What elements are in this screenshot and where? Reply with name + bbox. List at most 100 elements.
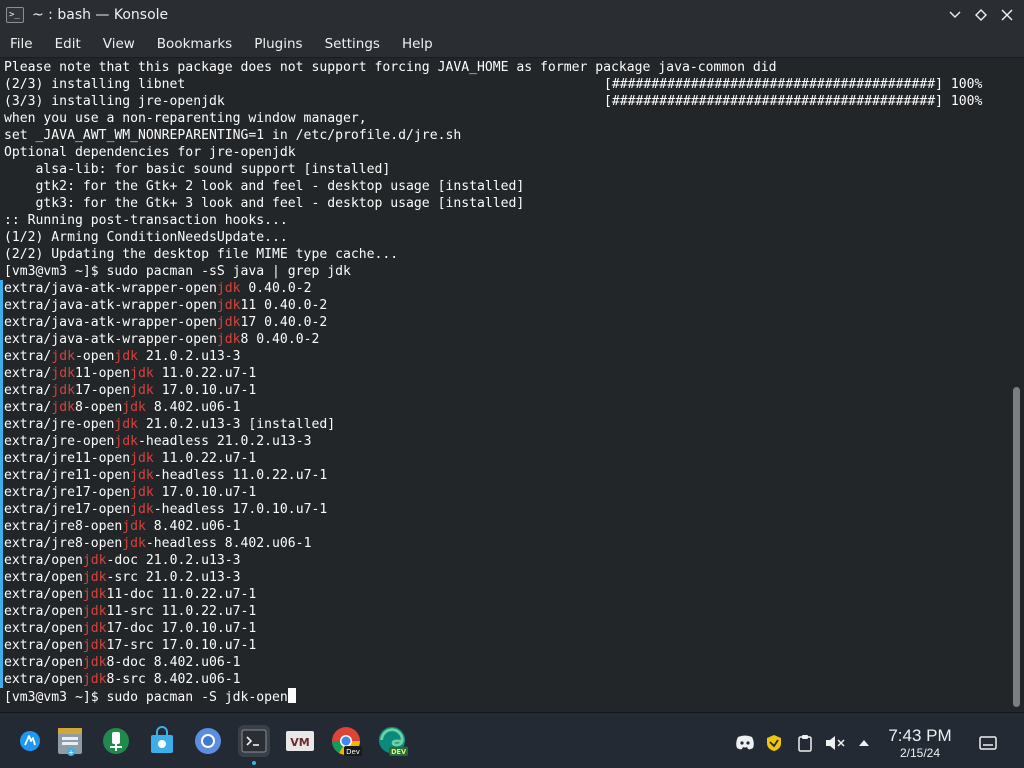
volume-tray[interactable] (824, 733, 846, 753)
edge-dev-badge: DEV (391, 748, 407, 756)
show-desktop-icon (979, 736, 997, 750)
menu-file[interactable]: File (2, 32, 41, 56)
terminal-line: extra/jdk11-openjdk 11.0.22.u7-1 (4, 365, 256, 382)
terminal-line: extra/jre-openjdk 21.0.2.u13-3 [installe… (4, 416, 335, 433)
expand-tray-button[interactable] (856, 733, 872, 753)
menu-bookmarks[interactable]: Bookmarks (149, 32, 240, 56)
terminal-text: 8-doc 8.402.u06-1 (106, 655, 241, 670)
terminal-text: 8-src 8.402.u06-1 (106, 672, 241, 687)
kdeconnect-icon (103, 728, 129, 754)
search-match-text: jdk (82, 570, 107, 585)
terminal-line: extra/openjdk-doc 21.0.2.u13-3 (4, 552, 241, 569)
vmware-icon-label: VM (290, 736, 309, 749)
search-match-text: jdk (216, 281, 241, 296)
show-desktop-button[interactable] (978, 733, 998, 753)
terminal-line: extra/jre11-openjdk 11.0.22.u7-1 (4, 450, 256, 467)
search-match-text: jdk (130, 485, 154, 500)
search-match-text: jdk (51, 349, 75, 364)
search-match-text: jdk (130, 383, 154, 398)
terminal-text: 21.0.2.u13-3 [installed] (138, 417, 336, 432)
progress-percent: 100% (950, 77, 983, 92)
progress-percent: 100% (950, 94, 983, 109)
menu-help[interactable]: Help (394, 32, 441, 56)
terminal-text: 17-doc 17.0.10.u7-1 (106, 621, 257, 636)
search-match-text: jdk (114, 349, 139, 364)
terminal-text: 17-src 17.0.10.u7-1 (106, 638, 257, 653)
terminal-text: extra/jre-open (4, 417, 115, 432)
edge-dev-launcher[interactable]: DEV (376, 725, 408, 757)
terminal-line: Optional dependencies for jre-openjdk (4, 144, 296, 161)
terminal-line: [vm3@vm3 ~]$ sudo pacman -S jdk-open (4, 688, 296, 705)
terminal-text: extra/open (4, 621, 83, 636)
terminal-line: extra/jre17-openjdk-headless 17.0.10.u7-… (4, 501, 327, 518)
chevron-down-icon (949, 11, 961, 18)
volume-muted-icon (826, 736, 845, 750)
minimize-button[interactable] (946, 6, 964, 24)
menu-edit[interactable]: Edit (47, 32, 89, 56)
terminal-scrollbar[interactable] (1010, 59, 1024, 710)
terminal-text: -doc 21.0.2.u13-3 (106, 553, 241, 568)
progress-bar: [#######################################… (604, 77, 943, 92)
scrollbar-thumb[interactable] (1013, 387, 1020, 707)
close-icon (1001, 9, 1013, 21)
search-match-text: jdk (51, 400, 75, 415)
terminal-line: extra/jdk8-openjdk 8.402.u06-1 (4, 399, 241, 416)
maximize-button[interactable] (972, 6, 990, 24)
vmware-launcher[interactable]: VM (284, 725, 316, 757)
clock-date: 2/15/24 (899, 746, 941, 760)
terminal-line: extra/openjdk11-src 11.0.22.u7-1 (4, 603, 256, 620)
diamond-icon (975, 9, 987, 21)
discord-tray[interactable] (734, 733, 756, 753)
shield-tray[interactable] (764, 733, 784, 753)
terminal-line: extra/jre-openjdk-headless 21.0.2.u13-3 (4, 433, 311, 450)
close-button[interactable] (998, 6, 1016, 24)
terminal-text: -headless 17.0.10.u7-1 (153, 502, 328, 517)
terminal-text: 11-src 11.0.22.u7-1 (106, 604, 257, 619)
menu-view[interactable]: View (95, 32, 143, 56)
terminal-text: extra/open (4, 638, 83, 653)
terminal-line: extra/openjdk17-doc 17.0.10.u7-1 (4, 620, 256, 637)
shopping-bag-icon (151, 726, 173, 753)
terminal-line: extra/openjdk8-doc 8.402.u06-1 (4, 654, 241, 671)
menu-settings[interactable]: Settings (317, 32, 388, 56)
terminal-line: extra/java-atk-wrapper-openjdk 0.40.0-2 (4, 280, 311, 297)
terminal-text: (2/2) Updating the desktop file MIME typ… (4, 247, 399, 262)
terminal-line: :: Running post-transaction hooks... (4, 212, 288, 229)
terminal-output[interactable]: Please note that this package does not s… (0, 59, 1010, 710)
terminal-text: -headless 21.0.2.u13-3 (138, 434, 312, 449)
chromium-icon (195, 728, 221, 754)
konsole-launcher[interactable] (238, 725, 270, 757)
terminal-line: extra/openjdk-src 21.0.2.u13-3 (4, 569, 241, 586)
terminal-line: [vm3@vm3 ~]$ sudo pacman -sS java | grep… (4, 263, 351, 280)
clipboard-tray[interactable] (796, 733, 814, 753)
terminal-text: set _JAVA_AWT_WM_NONREPARENTING=1 in /et… (4, 128, 462, 143)
clock[interactable]: 7:43 PM 2/15/24 (882, 726, 958, 760)
shield-icon (767, 735, 781, 751)
application-launcher-button[interactable] (14, 725, 46, 757)
chrome-dev-launcher[interactable]: Dev (330, 725, 362, 757)
terminal-text: -headless 8.402.u06-1 (145, 536, 312, 551)
terminal-line: (1/2) Arming ConditionNeedsUpdate... (4, 229, 288, 246)
search-match-text: jdk (82, 638, 107, 653)
kdeconnect-launcher[interactable] (100, 725, 132, 757)
chromium-launcher[interactable] (192, 725, 224, 757)
discord-icon (736, 735, 754, 750)
terminal-text: extra/open (4, 570, 83, 585)
search-match-text: jdk (130, 468, 154, 483)
terminal-text: gtk2: for the Gtk+ 2 look and feel - des… (4, 179, 525, 194)
terminal-text: extra/java-atk-wrapper-open (4, 298, 217, 313)
terminal-text: 11-open (74, 366, 131, 381)
menu-bar: File Edit View Bookmarks Plugins Setting… (0, 30, 1024, 58)
menu-plugins[interactable]: Plugins (246, 32, 310, 56)
terminal-text: extra/jre-open (4, 434, 115, 449)
terminal-line: (2/2) Updating the desktop file MIME typ… (4, 246, 398, 263)
search-match-text: jdk (216, 315, 241, 330)
software-center-launcher[interactable] (146, 725, 178, 757)
terminal-text: extra/ (4, 366, 52, 381)
terminal-text: alsa-lib: for basic sound support [insta… (4, 162, 391, 177)
text-cursor (287, 688, 296, 703)
search-match-text: jdk (82, 604, 107, 619)
discover-launcher[interactable]: + (54, 725, 86, 757)
terminal-text: extra/open (4, 655, 83, 670)
terminal-line: (3/3) installing jre-openjdk (4, 93, 225, 110)
